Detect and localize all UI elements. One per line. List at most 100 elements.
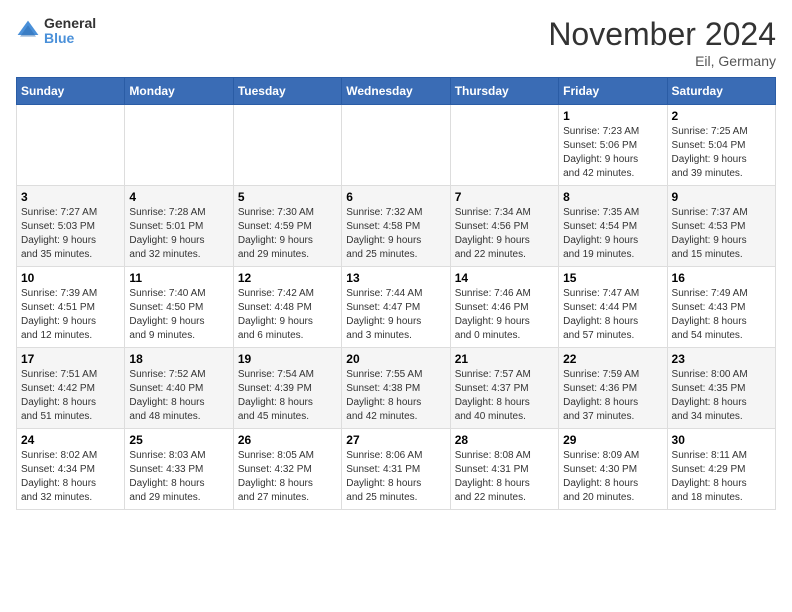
day-number: 18 bbox=[129, 352, 228, 366]
day-cell: 25Sunrise: 8:03 AM Sunset: 4:33 PM Dayli… bbox=[125, 429, 233, 510]
weekday-header-wednesday: Wednesday bbox=[342, 78, 450, 105]
title-block: November 2024 Eil, Germany bbox=[548, 16, 776, 69]
day-info: Sunrise: 8:06 AM Sunset: 4:31 PM Dayligh… bbox=[346, 449, 445, 505]
day-info: Sunrise: 7:27 AM Sunset: 5:03 PM Dayligh… bbox=[21, 206, 120, 262]
day-info: Sunrise: 7:59 AM Sunset: 4:36 PM Dayligh… bbox=[563, 368, 662, 424]
location: Eil, Germany bbox=[548, 53, 776, 69]
day-info: Sunrise: 7:51 AM Sunset: 4:42 PM Dayligh… bbox=[21, 368, 120, 424]
day-info: Sunrise: 7:46 AM Sunset: 4:46 PM Dayligh… bbox=[455, 287, 554, 343]
page-header: General Blue November 2024 Eil, Germany bbox=[16, 16, 776, 69]
day-number: 2 bbox=[672, 109, 771, 123]
day-cell bbox=[125, 105, 233, 186]
day-cell: 6 Sunrise: 7:32 AM Sunset: 4:58 PM Daylig… bbox=[342, 186, 450, 267]
day-info: Sunrise: 7:34 AM Sunset: 4:56 PM Dayligh… bbox=[455, 206, 554, 262]
day-number: 26 bbox=[238, 433, 337, 447]
day-cell: 21Sunrise: 7:57 AM Sunset: 4:37 PM Dayli… bbox=[450, 348, 558, 429]
day-info: Sunrise: 8:02 AM Sunset: 4:34 PM Dayligh… bbox=[21, 449, 120, 505]
day-cell: 1 Sunrise: 7:23 AM Sunset: 5:06 PM Daylig… bbox=[559, 105, 667, 186]
day-number: 28 bbox=[455, 433, 554, 447]
day-cell: 24 Sunrise: 8:02 AM Sunset: 4:34 PM Dayli… bbox=[17, 429, 125, 510]
day-cell: 17 Sunrise: 7:51 AM Sunset: 4:42 PM Dayli… bbox=[17, 348, 125, 429]
logo-general-text: General bbox=[44, 16, 96, 31]
day-cell: 26 Sunrise: 8:05 AM Sunset: 4:32 PM Dayli… bbox=[233, 429, 341, 510]
day-info: Sunrise: 7:42 AM Sunset: 4:48 PM Dayligh… bbox=[238, 287, 337, 343]
day-info: Sunrise: 7:40 AM Sunset: 4:50 PM Dayligh… bbox=[129, 287, 228, 343]
calendar-table: SundayMondayTuesdayWednesdayThursdayFrid… bbox=[16, 77, 776, 510]
day-cell: 14 Sunrise: 7:46 AM Sunset: 4:46 PM Dayli… bbox=[450, 267, 558, 348]
day-number: 15 bbox=[563, 271, 662, 285]
day-cell bbox=[233, 105, 341, 186]
weekday-header-tuesday: Tuesday bbox=[233, 78, 341, 105]
day-number: 9 bbox=[672, 190, 771, 204]
day-cell: 5 Sunrise: 7:30 AM Sunset: 4:59 PM Daylig… bbox=[233, 186, 341, 267]
weekday-header-friday: Friday bbox=[559, 78, 667, 105]
day-cell: 9Sunrise: 7:37 AM Sunset: 4:53 PM Daylig… bbox=[667, 186, 775, 267]
day-cell: 15 Sunrise: 7:47 AM Sunset: 4:44 PM Dayli… bbox=[559, 267, 667, 348]
day-info: Sunrise: 7:32 AM Sunset: 4:58 PM Dayligh… bbox=[346, 206, 445, 262]
day-number: 24 bbox=[21, 433, 120, 447]
day-info: Sunrise: 7:35 AM Sunset: 4:54 PM Dayligh… bbox=[563, 206, 662, 262]
day-number: 14 bbox=[455, 271, 554, 285]
day-info: Sunrise: 7:47 AM Sunset: 4:44 PM Dayligh… bbox=[563, 287, 662, 343]
day-cell bbox=[342, 105, 450, 186]
day-info: Sunrise: 7:49 AM Sunset: 4:43 PM Dayligh… bbox=[672, 287, 771, 343]
day-cell: 10 Sunrise: 7:39 AM Sunset: 4:51 PM Dayli… bbox=[17, 267, 125, 348]
day-info: Sunrise: 7:30 AM Sunset: 4:59 PM Dayligh… bbox=[238, 206, 337, 262]
day-number: 30 bbox=[672, 433, 771, 447]
day-info: Sunrise: 7:54 AM Sunset: 4:39 PM Dayligh… bbox=[238, 368, 337, 424]
day-cell: 18 Sunrise: 7:52 AM Sunset: 4:40 PM Dayli… bbox=[125, 348, 233, 429]
day-info: Sunrise: 7:28 AM Sunset: 5:01 PM Dayligh… bbox=[129, 206, 228, 262]
day-number: 29 bbox=[563, 433, 662, 447]
day-cell: 13Sunrise: 7:44 AM Sunset: 4:47 PM Dayli… bbox=[342, 267, 450, 348]
day-number: 23 bbox=[672, 352, 771, 366]
logo-text: General Blue bbox=[44, 16, 96, 47]
day-number: 1 bbox=[563, 109, 662, 123]
day-cell: 2 Sunrise: 7:25 AM Sunset: 5:04 PM Daylig… bbox=[667, 105, 775, 186]
week-row-1: 1 Sunrise: 7:23 AM Sunset: 5:06 PM Daylig… bbox=[17, 105, 776, 186]
day-cell bbox=[450, 105, 558, 186]
weekday-header-row: SundayMondayTuesdayWednesdayThursdayFrid… bbox=[17, 78, 776, 105]
day-cell: 22 Sunrise: 7:59 AM Sunset: 4:36 PM Dayli… bbox=[559, 348, 667, 429]
day-number: 13 bbox=[346, 271, 445, 285]
day-number: 3 bbox=[21, 190, 120, 204]
day-cell: 11 Sunrise: 7:40 AM Sunset: 4:50 PM Dayli… bbox=[125, 267, 233, 348]
day-cell: 16 Sunrise: 7:49 AM Sunset: 4:43 PM Dayli… bbox=[667, 267, 775, 348]
day-number: 25 bbox=[129, 433, 228, 447]
day-info: Sunrise: 7:52 AM Sunset: 4:40 PM Dayligh… bbox=[129, 368, 228, 424]
day-info: Sunrise: 8:05 AM Sunset: 4:32 PM Dayligh… bbox=[238, 449, 337, 505]
month-title: November 2024 bbox=[548, 16, 776, 53]
day-number: 12 bbox=[238, 271, 337, 285]
logo-icon bbox=[16, 19, 40, 43]
day-number: 22 bbox=[563, 352, 662, 366]
day-cell: 28Sunrise: 8:08 AM Sunset: 4:31 PM Dayli… bbox=[450, 429, 558, 510]
weekday-header-sunday: Sunday bbox=[17, 78, 125, 105]
day-info: Sunrise: 8:09 AM Sunset: 4:30 PM Dayligh… bbox=[563, 449, 662, 505]
day-cell: 12 Sunrise: 7:42 AM Sunset: 4:48 PM Dayli… bbox=[233, 267, 341, 348]
day-info: Sunrise: 8:00 AM Sunset: 4:35 PM Dayligh… bbox=[672, 368, 771, 424]
day-number: 8 bbox=[563, 190, 662, 204]
day-cell: 4 Sunrise: 7:28 AM Sunset: 5:01 PM Daylig… bbox=[125, 186, 233, 267]
day-number: 11 bbox=[129, 271, 228, 285]
day-cell: 20Sunrise: 7:55 AM Sunset: 4:38 PM Dayli… bbox=[342, 348, 450, 429]
day-info: Sunrise: 7:39 AM Sunset: 4:51 PM Dayligh… bbox=[21, 287, 120, 343]
logo-blue-text: Blue bbox=[44, 31, 96, 46]
weekday-header-saturday: Saturday bbox=[667, 78, 775, 105]
logo: General Blue bbox=[16, 16, 96, 47]
day-number: 17 bbox=[21, 352, 120, 366]
week-row-2: 3 Sunrise: 7:27 AM Sunset: 5:03 PM Daylig… bbox=[17, 186, 776, 267]
week-row-5: 24 Sunrise: 8:02 AM Sunset: 4:34 PM Dayli… bbox=[17, 429, 776, 510]
day-number: 19 bbox=[238, 352, 337, 366]
week-row-4: 17 Sunrise: 7:51 AM Sunset: 4:42 PM Dayli… bbox=[17, 348, 776, 429]
day-number: 5 bbox=[238, 190, 337, 204]
day-info: Sunrise: 7:57 AM Sunset: 4:37 PM Dayligh… bbox=[455, 368, 554, 424]
day-number: 16 bbox=[672, 271, 771, 285]
day-number: 10 bbox=[21, 271, 120, 285]
week-row-3: 10 Sunrise: 7:39 AM Sunset: 4:51 PM Dayli… bbox=[17, 267, 776, 348]
day-cell: 23 Sunrise: 8:00 AM Sunset: 4:35 PM Dayli… bbox=[667, 348, 775, 429]
weekday-header-thursday: Thursday bbox=[450, 78, 558, 105]
day-info: Sunrise: 7:23 AM Sunset: 5:06 PM Dayligh… bbox=[563, 125, 662, 181]
day-number: 4 bbox=[129, 190, 228, 204]
day-info: Sunrise: 7:25 AM Sunset: 5:04 PM Dayligh… bbox=[672, 125, 771, 181]
weekday-header-monday: Monday bbox=[125, 78, 233, 105]
day-number: 6 bbox=[346, 190, 445, 204]
